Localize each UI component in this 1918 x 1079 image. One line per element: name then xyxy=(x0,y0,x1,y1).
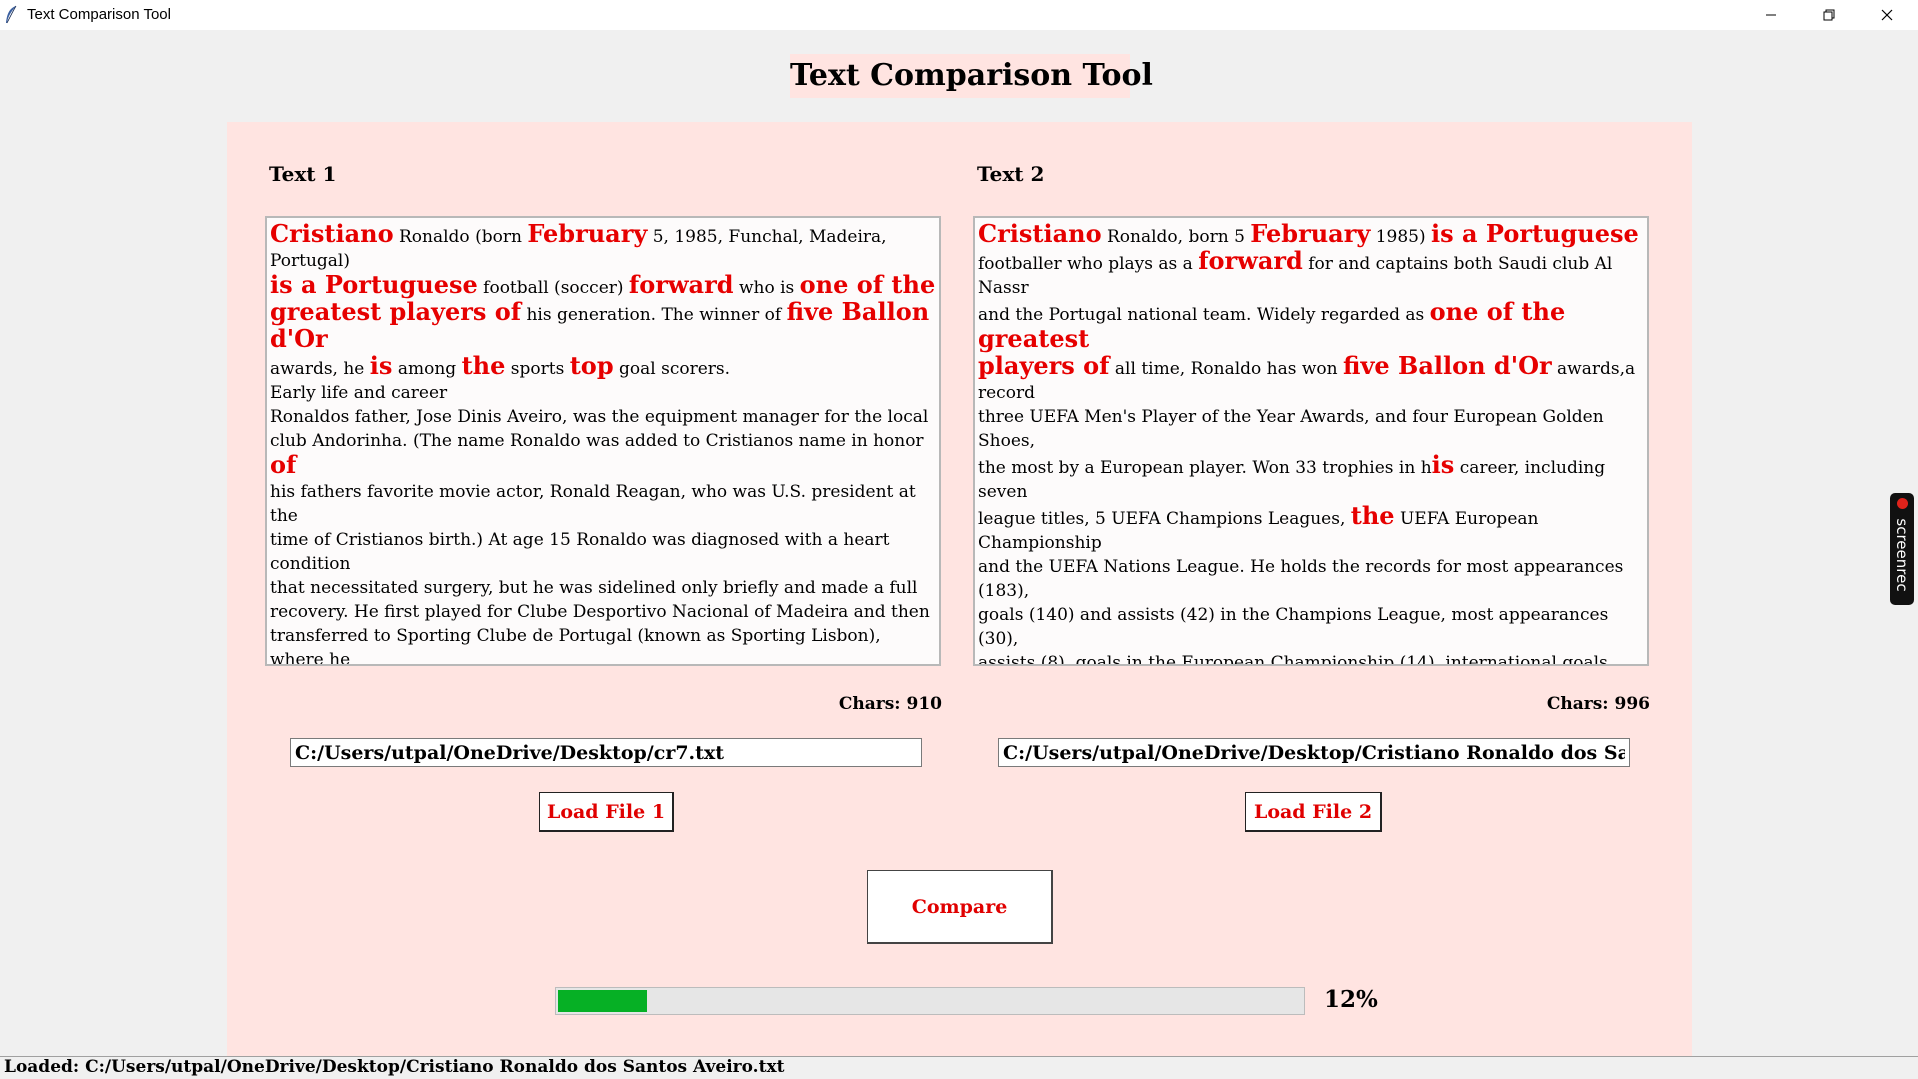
feather-icon xyxy=(6,5,17,24)
text-segment: that necessitated surgery, but he was si… xyxy=(270,578,918,598)
text-segment: and the UEFA Nations League. He holds th… xyxy=(978,557,1624,601)
text-segment: football (soccer) xyxy=(477,278,629,298)
screenrec-badge[interactable]: screenrec xyxy=(1890,493,1914,605)
file2-path-field[interactable] xyxy=(998,738,1630,767)
text-segment: who is xyxy=(733,278,800,298)
text2-char-count: Chars: 996 xyxy=(1546,694,1650,714)
screenrec-label: screenrec xyxy=(1893,518,1911,592)
compare-button[interactable]: Compare xyxy=(867,870,1053,944)
text-segment: league titles, 5 UEFA Champions Leagues, xyxy=(978,509,1351,529)
app-heading: Text Comparison Tool xyxy=(790,54,1153,98)
matched-phrase: of xyxy=(270,450,297,479)
matched-phrase: February xyxy=(527,219,648,248)
text-segment: the most by a European player. Won 33 tr… xyxy=(978,458,1432,478)
text-segment: goals (140) and assists (42) in the Cham… xyxy=(978,605,1609,649)
minimize-icon xyxy=(1766,14,1776,16)
text-segment: assists (8), goals in the European Champ… xyxy=(978,653,1608,666)
text-segment: three UEFA Men's Player of the Year Awar… xyxy=(978,407,1604,451)
close-icon xyxy=(1881,9,1893,21)
file1-path-field[interactable] xyxy=(290,738,922,767)
text1-area[interactable]: Cristiano Ronaldo (born February 5, 1985… xyxy=(265,216,941,666)
matched-phrase: Cristiano xyxy=(978,219,1102,248)
text-segment: his fathers favorite movie actor, Ronald… xyxy=(270,482,916,526)
matched-phrase: is a Portuguese xyxy=(270,270,478,299)
text-segment: sports xyxy=(505,359,570,379)
matched-phrase: February xyxy=(1250,219,1371,248)
text-segment: 1985) xyxy=(1370,227,1432,247)
main-panel: Text 1 Text 2 Cristiano Ronaldo (born Fe… xyxy=(227,122,1692,1057)
text-segment: awards, he xyxy=(270,359,370,379)
text-segment: Ronaldos father, Jose Dinis Aveiro, was … xyxy=(270,407,929,427)
matched-phrase: is xyxy=(1431,450,1455,479)
matched-phrase: one of the xyxy=(799,270,936,299)
progress-fill xyxy=(558,990,647,1012)
text-segment: footballer who plays as a xyxy=(978,254,1199,274)
restore-button[interactable] xyxy=(1800,0,1858,30)
matched-phrase: the xyxy=(461,351,506,380)
load-file-2-button[interactable]: Load File 2 xyxy=(1245,792,1382,832)
text1-label: Text 1 xyxy=(269,162,337,186)
matched-phrase: forward xyxy=(628,270,734,299)
minimize-button[interactable] xyxy=(1742,0,1800,30)
matched-phrase: five Ballon d'Or xyxy=(1343,351,1552,380)
text-segment: among xyxy=(392,359,462,379)
matched-phrase: top xyxy=(569,351,614,380)
text-segment: goal scorers. xyxy=(613,359,731,379)
load-file-1-button[interactable]: Load File 1 xyxy=(539,792,674,832)
text2-area[interactable]: Cristiano Ronaldo, born 5 February 1985)… xyxy=(973,216,1649,666)
matched-phrase: forward xyxy=(1198,246,1303,275)
text-segment: Ronaldo (born xyxy=(393,227,528,247)
text-segment: recovery. He first played for Clube Desp… xyxy=(270,602,930,622)
matched-phrase: Cristiano xyxy=(270,219,394,248)
progress-bar xyxy=(555,987,1305,1015)
text-segment: Early life and career xyxy=(270,383,448,403)
text2-label: Text 2 xyxy=(977,162,1045,186)
matched-phrase: is xyxy=(369,351,393,380)
close-button[interactable] xyxy=(1858,0,1916,30)
progress-percent: 12% xyxy=(1324,986,1378,1013)
text-segment: transferred to Sporting Clube de Portuga… xyxy=(270,626,881,666)
matched-phrase: the xyxy=(1350,501,1395,530)
text-segment: Ronaldo, born 5 xyxy=(1101,227,1251,247)
restore-icon xyxy=(1823,9,1835,21)
text-segment: all time, Ronaldo has won xyxy=(1109,359,1344,379)
text-segment: and the Portugal national team. Widely r… xyxy=(978,305,1430,325)
status-bar: Loaded: C:/Users/utpal/OneDrive/Desktop/… xyxy=(0,1056,1918,1079)
text-segment: his generation. The winner of xyxy=(521,305,787,325)
text-segment: time of Cristianos birth.) At age 15 Ron… xyxy=(270,530,890,574)
matched-phrase: is a Portuguese xyxy=(1431,219,1639,248)
text1-char-count: Chars: 910 xyxy=(838,694,942,714)
matched-phrase: greatest players of xyxy=(270,297,522,326)
text-segment: club Andorinha. (The name Ronaldo was ad… xyxy=(270,431,924,451)
record-dot-icon xyxy=(1897,498,1908,509)
matched-phrase: players of xyxy=(978,351,1110,380)
window-title: Text Comparison Tool xyxy=(27,6,171,23)
window-title-bar: Text Comparison Tool xyxy=(0,0,1918,30)
